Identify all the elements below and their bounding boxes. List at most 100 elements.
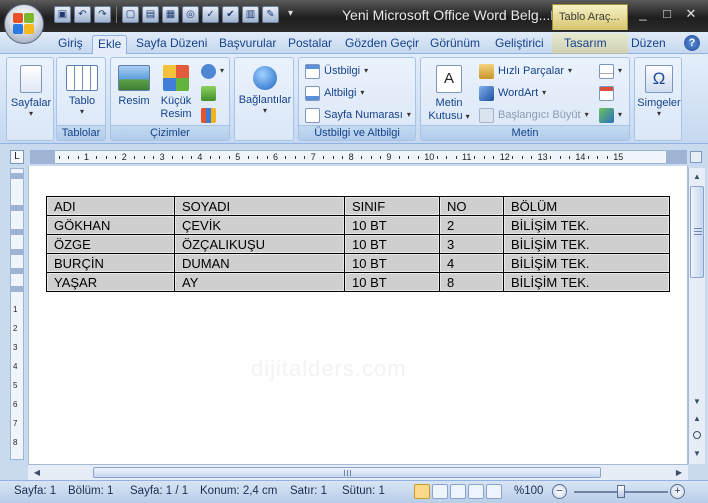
check-icon[interactable]: ✔ bbox=[222, 6, 239, 23]
table-cell[interactable]: SINIF bbox=[344, 196, 440, 216]
preview-icon[interactable]: ◎ bbox=[182, 6, 199, 23]
table-cell[interactable]: SOYADI bbox=[174, 196, 345, 216]
zoom-slider-thumb[interactable] bbox=[617, 485, 625, 498]
table-cell[interactable]: ÇEVİK bbox=[174, 215, 345, 235]
previous-page-icon[interactable]: ▲ bbox=[689, 411, 705, 426]
next-page-icon[interactable]: ▼ bbox=[689, 446, 705, 461]
table-cell[interactable]: GÖKHAN bbox=[46, 215, 175, 235]
tab-giris[interactable]: Giriş bbox=[53, 35, 88, 54]
redo-icon[interactable]: ↷ bbox=[94, 6, 111, 23]
customize-qat-icon[interactable]: ▾ bbox=[282, 6, 299, 23]
footer-button[interactable]: Altbilgi ▾ bbox=[305, 84, 364, 102]
browse-object-icon[interactable] bbox=[693, 431, 701, 439]
zoom-in-icon[interactable]: + bbox=[670, 484, 685, 499]
tab-gorunum[interactable]: Görünüm bbox=[425, 35, 485, 54]
scroll-right-arrow-icon[interactable]: ▶ bbox=[672, 465, 686, 480]
table-cell[interactable]: BÖLÜM bbox=[503, 196, 670, 216]
table-cell[interactable]: 10 BT bbox=[344, 234, 440, 254]
tab-selector-button[interactable]: L bbox=[10, 150, 24, 164]
print-icon[interactable]: ▦ bbox=[162, 6, 179, 23]
table-cell[interactable]: 4 bbox=[439, 253, 504, 273]
status-column[interactable]: Sütun: 1 bbox=[342, 485, 385, 497]
status-line[interactable]: Satır: 1 bbox=[290, 485, 327, 497]
header-button[interactable]: Üstbilgi ▾ bbox=[305, 62, 368, 80]
office-button[interactable] bbox=[4, 4, 44, 44]
document-page[interactable]: dijitalders.com ADI SOYADI SINIF NO BÖLÜM GÖK… bbox=[29, 166, 687, 464]
vertical-ruler[interactable]: 1 2 3 4 5 6 7 8 bbox=[10, 168, 24, 460]
zoom-out-icon[interactable]: − bbox=[552, 484, 567, 499]
status-position[interactable]: Konum: 2,4 cm bbox=[200, 485, 277, 497]
table-cell[interactable]: AY bbox=[174, 272, 345, 292]
drop-cap-button[interactable]: Başlangıcı Büyüt ▾ bbox=[479, 106, 589, 124]
object-button[interactable]: ▾ bbox=[599, 106, 622, 124]
status-page[interactable]: Sayfa: 1 bbox=[14, 485, 56, 497]
shapes-button[interactable]: ▾ bbox=[201, 62, 224, 80]
undo-icon[interactable]: ↶ bbox=[74, 6, 91, 23]
help-icon[interactable]: ? bbox=[684, 35, 700, 51]
text-box-button[interactable]: A Metin Kutusu ▾ bbox=[424, 62, 474, 123]
vertical-scroll-thumb[interactable] bbox=[690, 186, 704, 278]
table-cell[interactable]: BİLİŞİM TEK. bbox=[503, 253, 670, 273]
chart-button[interactable] bbox=[201, 106, 216, 124]
date-time-button[interactable] bbox=[599, 84, 614, 102]
table-cell[interactable]: 3 bbox=[439, 234, 504, 254]
table-cell[interactable]: ADI bbox=[46, 196, 175, 216]
page-number-button[interactable]: Sayfa Numarası ▾ bbox=[305, 106, 411, 124]
tab-sayfa-duzeni[interactable]: Sayfa Düzeni bbox=[131, 35, 212, 54]
tab-gozden-gecir[interactable]: Gözden Geçir bbox=[340, 35, 424, 54]
spelling-icon[interactable]: ✓ bbox=[202, 6, 219, 23]
scroll-up-arrow-icon[interactable]: ▲ bbox=[689, 169, 705, 184]
zoom-level[interactable]: %100 bbox=[514, 485, 543, 497]
picture-button[interactable]: Resim bbox=[115, 62, 153, 108]
minimize-button[interactable]: _ bbox=[632, 5, 654, 23]
table-cell[interactable]: YAŞAR bbox=[46, 272, 175, 292]
horizontal-scrollbar[interactable]: ◀ ▶ bbox=[28, 464, 688, 480]
draft-view-icon[interactable] bbox=[486, 484, 502, 499]
clip-art-button[interactable]: Küçük Resim bbox=[155, 62, 197, 121]
links-button[interactable]: Bağlantılar ▾ bbox=[237, 62, 293, 115]
tab-duzen[interactable]: Düzen bbox=[626, 35, 671, 54]
tab-ekle[interactable]: Ekle bbox=[92, 35, 128, 55]
table-cell[interactable]: ÖZÇALIKUŞU bbox=[174, 234, 345, 254]
table-cell[interactable]: BİLİŞİM TEK. bbox=[503, 215, 670, 235]
table-cell[interactable]: BURÇİN bbox=[46, 253, 175, 273]
table-cell[interactable]: BİLİŞİM TEK. bbox=[503, 272, 670, 292]
table-cell[interactable]: 10 BT bbox=[344, 272, 440, 292]
horizontal-scroll-thumb[interactable] bbox=[93, 467, 601, 478]
print-layout-view-icon[interactable] bbox=[414, 484, 430, 499]
pages-button[interactable]: Sayfalar ▾ bbox=[9, 62, 53, 118]
maximize-button[interactable]: □ bbox=[656, 5, 678, 23]
view-ruler-icon[interactable] bbox=[690, 151, 702, 163]
quick-parts-button[interactable]: Hızlı Parçalar ▾ bbox=[479, 62, 572, 80]
vertical-scrollbar[interactable]: ▲ ▼ ▲ ▼ bbox=[688, 168, 705, 464]
tab-basvurular[interactable]: Başvurular bbox=[214, 35, 281, 54]
smartart-button[interactable] bbox=[201, 84, 216, 102]
scroll-down-arrow-icon[interactable]: ▼ bbox=[689, 394, 705, 409]
horizontal-ruler[interactable]: 1 2 3 4 5 6 7 8 9 10 11 12 13 14 15 bbox=[30, 150, 687, 164]
table-cell[interactable]: DUMAN bbox=[174, 253, 345, 273]
tab-postalar[interactable]: Postalar bbox=[283, 35, 337, 54]
status-section[interactable]: Bölüm: 1 bbox=[68, 485, 113, 497]
web-layout-view-icon[interactable] bbox=[450, 484, 466, 499]
close-button[interactable]: ✕ bbox=[680, 5, 702, 23]
table-cell[interactable]: BİLİŞİM TEK. bbox=[503, 234, 670, 254]
save-icon[interactable]: ▣ bbox=[54, 6, 71, 23]
full-screen-reading-view-icon[interactable] bbox=[432, 484, 448, 499]
new-icon[interactable]: ▢ bbox=[122, 6, 139, 23]
table-cell[interactable]: NO bbox=[439, 196, 504, 216]
table-icon[interactable]: ▥ bbox=[242, 6, 259, 23]
table-cell[interactable]: ÖZGE bbox=[46, 234, 175, 254]
outline-view-icon[interactable] bbox=[468, 484, 484, 499]
scroll-left-arrow-icon[interactable]: ◀ bbox=[30, 465, 44, 480]
format-icon[interactable]: ✎ bbox=[262, 6, 279, 23]
student-table[interactable]: ADI SOYADI SINIF NO BÖLÜM GÖKHAN ÇEVİK 10 BT 2 Bİ… bbox=[46, 196, 670, 292]
symbols-button[interactable]: Ω Simgeler ▾ bbox=[637, 62, 681, 118]
table-cell[interactable]: 10 BT bbox=[344, 215, 440, 235]
table-cell[interactable]: 2 bbox=[439, 215, 504, 235]
table-cell[interactable]: 10 BT bbox=[344, 253, 440, 273]
signature-line-button[interactable]: ▾ bbox=[599, 62, 622, 80]
open-icon[interactable]: ▤ bbox=[142, 6, 159, 23]
table-button[interactable]: Tablo ▾ bbox=[60, 62, 104, 116]
tab-gelistirici[interactable]: Geliştirici bbox=[490, 35, 549, 54]
wordart-button[interactable]: WordArt ▾ bbox=[479, 84, 546, 102]
